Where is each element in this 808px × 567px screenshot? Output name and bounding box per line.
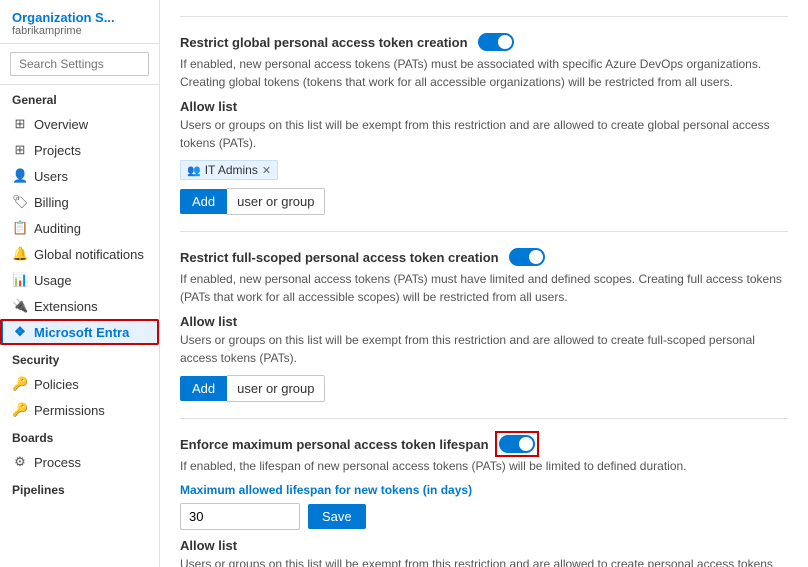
billing-icon: 🏷	[12, 194, 28, 210]
policy3-allow-list-desc: Users or groups on this list will be exe…	[180, 555, 788, 567]
policy3-title: Enforce maximum personal access token li…	[180, 437, 489, 452]
search-input[interactable]	[10, 52, 149, 76]
sidebar-item-global-notifications[interactable]: 🔔 Global notifications	[0, 241, 159, 267]
org-name: Organization S...	[12, 10, 147, 25]
policy1-allow-list-desc: Users or groups on this list will be exe…	[180, 116, 788, 152]
security-section-label: Security	[0, 345, 159, 371]
policy3-title-row: Enforce maximum personal access token li…	[180, 435, 788, 453]
tag-group-icon: 👥	[187, 164, 201, 177]
policy-block-2: Restrict full-scoped personal access tok…	[180, 248, 788, 402]
policy1-add-sublabel: user or group	[227, 188, 325, 215]
general-section-label: General	[0, 85, 159, 111]
policy3-lifespan-row: Save	[180, 503, 788, 530]
sidebar-item-projects[interactable]: ⊞ Projects	[0, 137, 159, 163]
policy1-desc: If enabled, new personal access tokens (…	[180, 55, 788, 91]
entra-icon: ❖	[12, 324, 28, 340]
sidebar-item-label: Usage	[34, 273, 72, 288]
sidebar-item-usage[interactable]: 📊 Usage	[0, 267, 159, 293]
sidebar-item-extensions[interactable]: 🔌 Extensions	[0, 293, 159, 319]
pipelines-section-label: Pipelines	[0, 475, 159, 501]
sidebar-item-label: Projects	[34, 143, 81, 158]
sidebar-item-label: Billing	[34, 195, 69, 210]
policy2-add-sublabel: user or group	[227, 375, 325, 402]
divider-2	[180, 231, 788, 232]
boards-section-label: Boards	[0, 423, 159, 449]
sidebar-item-label: Auditing	[34, 221, 81, 236]
policy3-toggle-slider	[499, 435, 535, 453]
search-area	[0, 44, 159, 85]
sidebar-item-label: Overview	[34, 117, 88, 132]
users-icon: 👤	[12, 168, 28, 184]
policy2-allow-list-label: Allow list	[180, 314, 788, 329]
policy1-toggle[interactable]	[478, 33, 514, 51]
save-button[interactable]: Save	[308, 504, 366, 529]
sidebar-item-overview[interactable]: ⊞ Overview	[0, 111, 159, 137]
policy2-title-row: Restrict full-scoped personal access tok…	[180, 248, 788, 266]
sidebar-item-policies[interactable]: 🔑 Policies	[0, 371, 159, 397]
projects-icon: ⊞	[12, 142, 28, 158]
sidebar-item-users[interactable]: 👤 Users	[0, 163, 159, 189]
sidebar-item-billing[interactable]: 🏷 Billing	[0, 189, 159, 215]
policy1-title-row: Restrict global personal access token cr…	[180, 33, 788, 51]
policy2-add-row: Add user or group	[180, 375, 788, 402]
policy-block-3: Enforce maximum personal access token li…	[180, 435, 788, 567]
policy3-desc: If enabled, the lifespan of new personal…	[180, 457, 788, 475]
policy1-title: Restrict global personal access token cr…	[180, 35, 468, 50]
policy2-toggle[interactable]	[509, 248, 545, 266]
policy1-allow-list-label: Allow list	[180, 99, 788, 114]
tag-close-icon[interactable]: ✕	[262, 164, 271, 177]
policy2-toggle-slider	[509, 248, 545, 266]
lifespan-input[interactable]	[180, 503, 300, 530]
divider-top	[180, 16, 788, 17]
policy-block-1: Restrict global personal access token cr…	[180, 33, 788, 215]
tag-label: IT Admins	[205, 163, 258, 177]
policy3-allow-list-label: Allow list	[180, 538, 788, 553]
sidebar: Organization S... fabrikamprime General …	[0, 0, 160, 567]
sidebar-item-auditing[interactable]: 📋 Auditing	[0, 215, 159, 241]
policy2-add-button[interactable]: Add	[180, 376, 227, 401]
main-content: Restrict global personal access token cr…	[160, 0, 808, 567]
sidebar-item-label: Extensions	[34, 299, 98, 314]
process-icon: ⚙	[12, 454, 28, 470]
policy1-tag-it-admins: 👥 IT Admins ✕	[180, 160, 278, 180]
divider-3	[180, 418, 788, 419]
policies-icon: 🔑	[12, 376, 28, 392]
sidebar-item-label: Policies	[34, 377, 79, 392]
usage-icon: 📊	[12, 272, 28, 288]
sidebar-item-microsoft-entra[interactable]: ❖ Microsoft Entra	[0, 319, 159, 345]
policy3-toggle[interactable]	[499, 435, 535, 453]
policy1-add-row: Add user or group	[180, 188, 788, 215]
notifications-icon: 🔔	[12, 246, 28, 262]
policy1-add-button[interactable]: Add	[180, 189, 227, 214]
extensions-icon: 🔌	[12, 298, 28, 314]
sidebar-item-label: Microsoft Entra	[34, 325, 129, 340]
sidebar-item-label: Users	[34, 169, 68, 184]
policy1-toggle-slider	[478, 33, 514, 51]
policy2-title: Restrict full-scoped personal access tok…	[180, 250, 499, 265]
sidebar-item-label: Permissions	[34, 403, 105, 418]
policy3-lifespan-label: Maximum allowed lifespan for new tokens …	[180, 483, 788, 497]
policy2-desc: If enabled, new personal access tokens (…	[180, 270, 788, 306]
org-sub: fabrikamprime	[12, 25, 147, 37]
sidebar-item-process[interactable]: ⚙ Process	[0, 449, 159, 475]
org-header: Organization S... fabrikamprime	[0, 0, 159, 44]
sidebar-item-permissions[interactable]: 🔑 Permissions	[0, 397, 159, 423]
auditing-icon: 📋	[12, 220, 28, 236]
sidebar-item-label: Global notifications	[34, 247, 144, 262]
permissions-icon: 🔑	[12, 402, 28, 418]
sidebar-item-label: Process	[34, 455, 81, 470]
overview-icon: ⊞	[12, 116, 28, 132]
policy2-allow-list-desc: Users or groups on this list will be exe…	[180, 331, 788, 367]
